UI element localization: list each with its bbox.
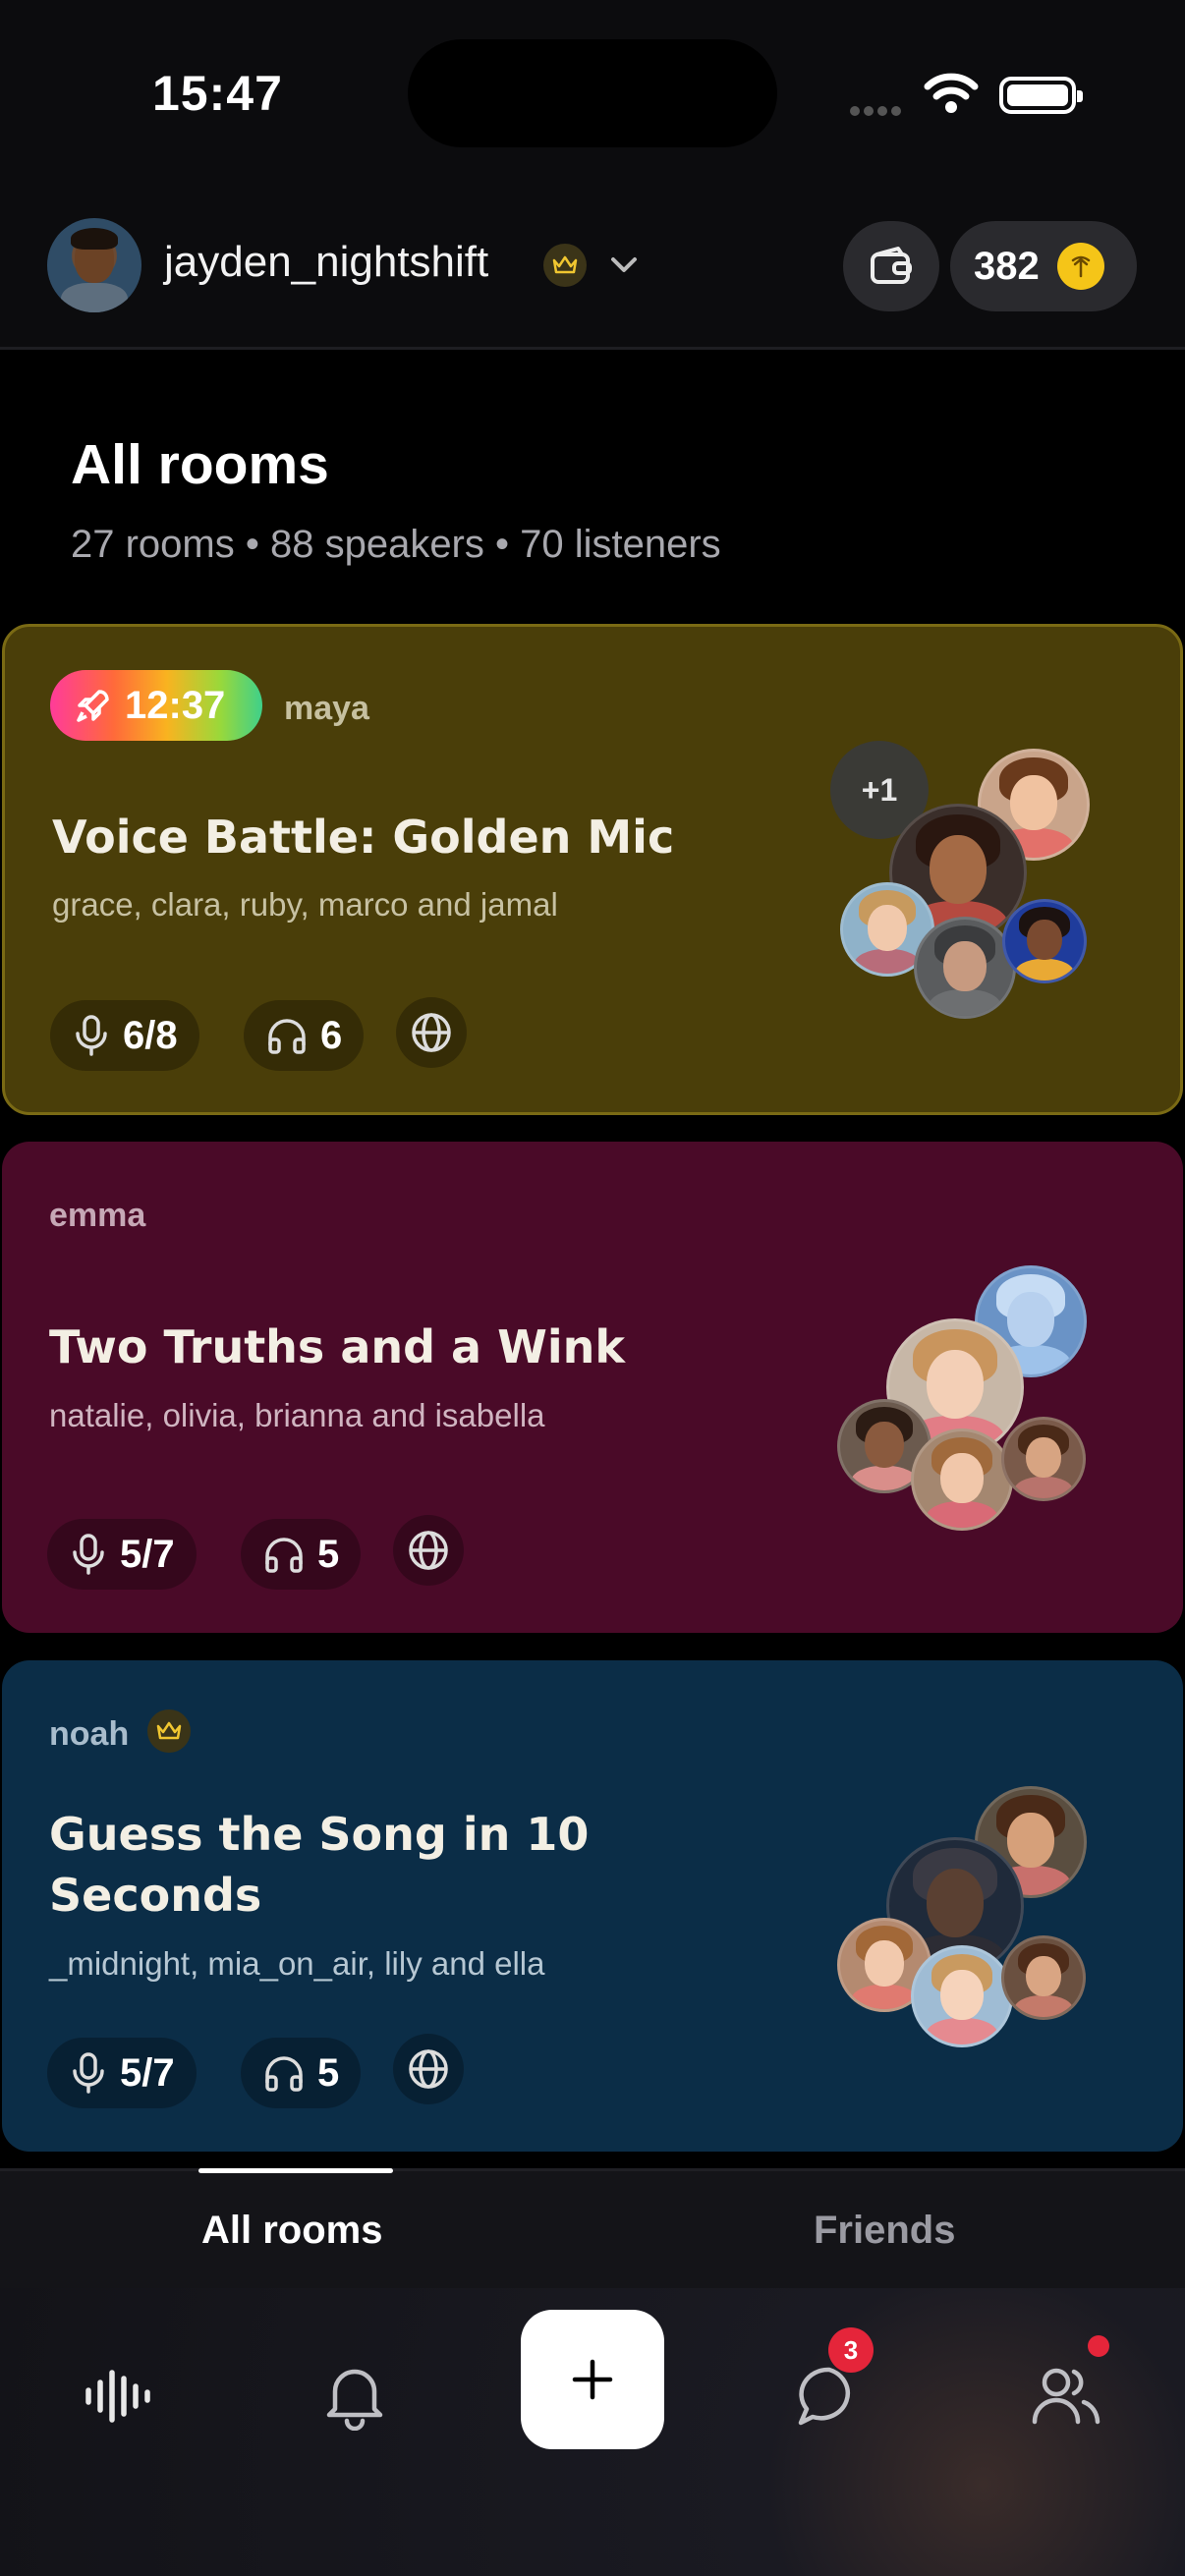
participant-avatar [1001,1417,1086,1501]
coin-icon [1056,243,1104,290]
nav-notifications[interactable] [306,2347,404,2445]
room-host: maya [284,690,369,727]
wallet-icon [871,247,912,284]
listeners-count: 6 [244,1000,365,1071]
speakers-count: 5/7 [47,2038,197,2108]
listeners-count: 5 [241,1519,362,1590]
timer-text: 12:37 [125,683,226,727]
messages-badge: 3 [828,2327,874,2373]
status-bar: 15:47 [0,0,1185,187]
wallet-button[interactable] [843,221,939,311]
participant-avatar [911,1428,1013,1531]
coin-balance[interactable]: 382 [950,221,1137,311]
globe-icon [396,997,467,1068]
tab-all-rooms[interactable]: All rooms [201,2209,382,2253]
wifi-icon [924,73,979,113]
mic-icon [76,1015,107,1056]
crown-icon [147,1709,191,1753]
room-members: _midnight, mia_on_air, lily and ella [49,1945,545,1982]
tab-indicator [198,2168,393,2173]
participant-avatar [1001,1935,1086,2020]
listeners-label: 5 [317,1532,340,1576]
page-title: All rooms [71,433,329,496]
mic-icon [73,1534,104,1575]
signal-icon [850,103,909,116]
nav-rooms[interactable] [69,2347,167,2445]
listeners-count: 5 [241,2038,362,2108]
room-card[interactable]: emma Two Truths and a Wink natalie, oliv… [2,1142,1183,1633]
globe-icon [393,2034,464,2104]
chevron-down-icon[interactable] [607,248,641,281]
room-members: grace, clara, ruby, marco and jamal [52,886,558,923]
plus-icon [572,2359,613,2400]
room-title: Guess the Song in 10 Seconds [49,1808,590,1922]
headphones-icon [268,1019,306,1054]
globe-icon [393,1515,464,1586]
participant-avatar [911,1945,1013,2047]
listeners-label: 5 [317,2050,340,2095]
status-time: 15:47 [152,66,283,121]
account-switcher[interactable]: jayden_nightshift [164,238,488,287]
headphones-icon [265,1538,303,1573]
participant-avatar [914,917,1016,1019]
speakers-label: 5/7 [120,1532,175,1576]
room-title: Two Truths and a Wink [49,1320,625,1373]
top-header: jayden_nightshift 382 [0,187,1185,350]
nav-friends[interactable] [1017,2347,1115,2445]
room-card[interactable]: noah Guess the Song in 10 Seconds _midni… [2,1660,1183,2152]
headphones-icon [265,2056,303,2092]
bell-icon [326,2369,383,2431]
page-stats: 27 rooms • 88 speakers • 70 listeners [71,523,721,566]
battery-icon [999,77,1083,114]
speakers-count: 5/7 [47,1519,197,1590]
listeners-label: 6 [320,1013,343,1057]
speakers-count: 6/8 [50,1000,199,1071]
people-icon [1032,2368,1100,2425]
rocket-icon [77,690,109,722]
room-tabs: All rooms Friends [0,2168,1185,2288]
notification-dot [1088,2335,1109,2357]
participant-avatar [1002,899,1087,983]
mic-icon [73,2052,104,2094]
room-members: natalie, olivia, brianna and isabella [49,1397,545,1433]
speakers-label: 5/7 [120,2050,175,2095]
room-host: noah [49,1715,130,1753]
speakers-label: 6/8 [123,1013,178,1057]
coin-count: 382 [974,244,1040,288]
crown-icon [543,244,587,287]
waveform-icon [85,2370,150,2423]
tab-friends[interactable]: Friends [814,2209,955,2253]
create-room-button[interactable] [521,2310,664,2449]
timer-badge: 12:37 [50,670,262,741]
avatar[interactable] [47,218,141,312]
room-host: emma [49,1197,146,1234]
dynamic-island [408,39,777,147]
app-screen: 15:47 jayden_nightshift 382 All rooms 27… [0,0,1185,2576]
room-card[interactable]: 12:37 maya Voice Battle: Golden Mic grac… [2,624,1183,1115]
bottom-nav: 3 [0,2288,1185,2576]
room-title: Voice Battle: Golden Mic [52,811,675,864]
